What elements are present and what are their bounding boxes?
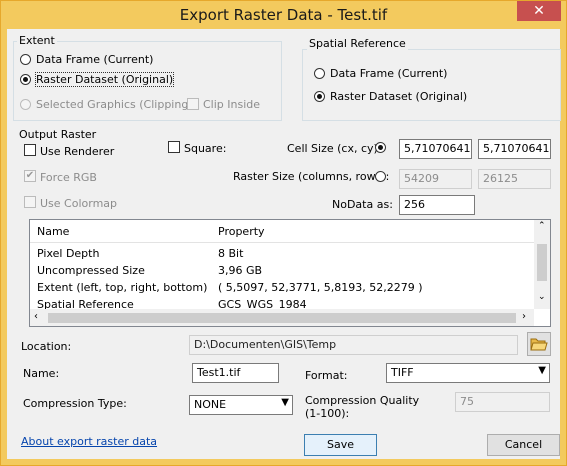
sr-raster-dataset-radio[interactable] xyxy=(314,91,325,102)
use-renderer-label[interactable]: Use Renderer xyxy=(40,145,114,158)
raster-columns-input: 54209 xyxy=(399,169,472,189)
cell-size-radio[interactable] xyxy=(375,142,386,153)
spatial-reference-group xyxy=(302,49,561,121)
compression-type-value: NONE xyxy=(194,398,227,411)
compression-quality-label-line2: (1-100): xyxy=(305,407,350,420)
location-label: Location: xyxy=(21,340,72,353)
compression-quality-label-line1: Compression Quality xyxy=(305,394,420,407)
close-button[interactable]: ✕ xyxy=(517,1,561,21)
format-value: TIFF xyxy=(391,366,414,379)
row-name: Extent (left, top, right, bottom) xyxy=(37,281,208,294)
force-rgb-label: Force RGB xyxy=(40,171,97,184)
vertical-scroll-thumb[interactable] xyxy=(537,244,547,281)
row-value: 8 Bit xyxy=(218,247,244,260)
clip-inside-checkbox xyxy=(187,98,199,110)
cell-size-cy-input[interactable]: 5,710706413 xyxy=(478,139,551,159)
sr-data-frame-radio[interactable] xyxy=(314,68,325,79)
raster-size-label: Raster Size (columns, rows): xyxy=(233,170,390,183)
scroll-down-icon[interactable]: ⌄ xyxy=(538,292,546,302)
column-header-property[interactable]: Property xyxy=(218,225,265,238)
dialog-body: Extent Data Frame (Current) Raster Datas… xyxy=(7,29,561,459)
about-export-link[interactable]: About export raster data xyxy=(21,435,157,448)
properties-header: Name Property xyxy=(30,220,534,243)
row-value: 3,96 GB xyxy=(218,264,263,277)
extent-data-frame-radio[interactable] xyxy=(20,54,31,65)
folder-open-icon xyxy=(530,338,548,351)
chevron-down-icon: ▼ xyxy=(281,397,289,408)
extent-raster-dataset-label[interactable]: Raster Dataset (Original) xyxy=(34,72,175,87)
chevron-down-icon: ▼ xyxy=(538,365,546,376)
extent-data-frame-label[interactable]: Data Frame (Current) xyxy=(36,53,153,66)
name-label: Name: xyxy=(23,367,60,380)
location-input: D:\Documenten\GIS\Temp xyxy=(189,335,518,355)
format-select[interactable]: TIFF ▼ xyxy=(386,363,550,383)
vertical-scrollbar[interactable]: ⌃ ⌄ xyxy=(534,220,550,309)
horizontal-scroll-thumb[interactable] xyxy=(48,313,516,323)
table-row[interactable]: Extent (left, top, right, bottom) ( 5,50… xyxy=(30,279,534,296)
output-raster-label: Output Raster xyxy=(19,128,97,141)
extent-group-label: Extent xyxy=(17,34,57,47)
column-header-name[interactable]: Name xyxy=(37,225,69,238)
clip-inside-label: Clip Inside xyxy=(203,98,261,111)
raster-size-radio[interactable] xyxy=(375,171,386,182)
extent-selected-graphics-label: Selected Graphics (Clipping) xyxy=(36,98,193,111)
scroll-up-icon[interactable]: ⌃ xyxy=(538,221,546,231)
properties-list[interactable]: Name Property Pixel Depth 8 Bit Uncompre… xyxy=(29,219,551,327)
square-label[interactable]: Square: xyxy=(184,142,226,155)
dialog-window: Export Raster Data - Test.tif ✕ Extent D… xyxy=(0,0,567,466)
cell-size-cx-input[interactable]: 5,710706413 xyxy=(399,139,472,159)
title-bar[interactable]: Export Raster Data - Test.tif ✕ xyxy=(1,1,566,29)
save-button[interactable]: Save xyxy=(304,434,377,456)
sr-raster-dataset-label[interactable]: Raster Dataset (Original) xyxy=(330,90,467,103)
window-title: Export Raster Data - Test.tif xyxy=(179,6,388,24)
row-name: Uncompressed Size xyxy=(37,264,145,277)
spatial-reference-group-label: Spatial Reference xyxy=(307,37,408,50)
square-checkbox[interactable] xyxy=(168,141,180,153)
row-name: Pixel Depth xyxy=(37,247,100,260)
extent-selected-graphics-radio xyxy=(20,99,31,110)
sr-data-frame-label[interactable]: Data Frame (Current) xyxy=(330,67,447,80)
name-input[interactable]: Test1.tif xyxy=(192,363,279,383)
row-value: ( 5,5097, 52,3771, 5,8193, 52,2279 ) xyxy=(218,281,423,294)
scroll-left-icon[interactable]: ‹ xyxy=(34,311,38,322)
extent-raster-dataset-radio[interactable] xyxy=(20,74,31,85)
compression-type-label: Compression Type: xyxy=(23,397,127,410)
table-row[interactable]: Pixel Depth 8 Bit xyxy=(30,245,534,262)
horizontal-scrollbar[interactable]: ‹ › xyxy=(30,309,534,326)
cancel-button[interactable]: Cancel xyxy=(487,434,560,456)
browse-folder-button[interactable] xyxy=(527,332,551,356)
scroll-right-icon[interactable]: › xyxy=(522,311,526,322)
use-colormap-checkbox xyxy=(24,196,36,208)
use-colormap-label: Use Colormap xyxy=(40,197,118,210)
use-renderer-checkbox[interactable] xyxy=(24,144,36,156)
table-row[interactable]: Uncompressed Size 3,96 GB xyxy=(30,262,534,279)
cell-size-label: Cell Size (cx, cy): xyxy=(287,142,382,155)
compression-type-select[interactable]: NONE ▼ xyxy=(189,395,293,415)
force-rgb-checkbox: ✔ xyxy=(24,170,36,182)
nodata-input[interactable]: 256 xyxy=(399,195,475,215)
compression-quality-label: Compression Quality (1-100): xyxy=(305,394,419,420)
compression-quality-input: 75 xyxy=(455,392,550,412)
format-label: Format: xyxy=(305,369,348,382)
raster-rows-input: 26125 xyxy=(478,169,551,189)
nodata-label: NoData as: xyxy=(332,198,393,211)
